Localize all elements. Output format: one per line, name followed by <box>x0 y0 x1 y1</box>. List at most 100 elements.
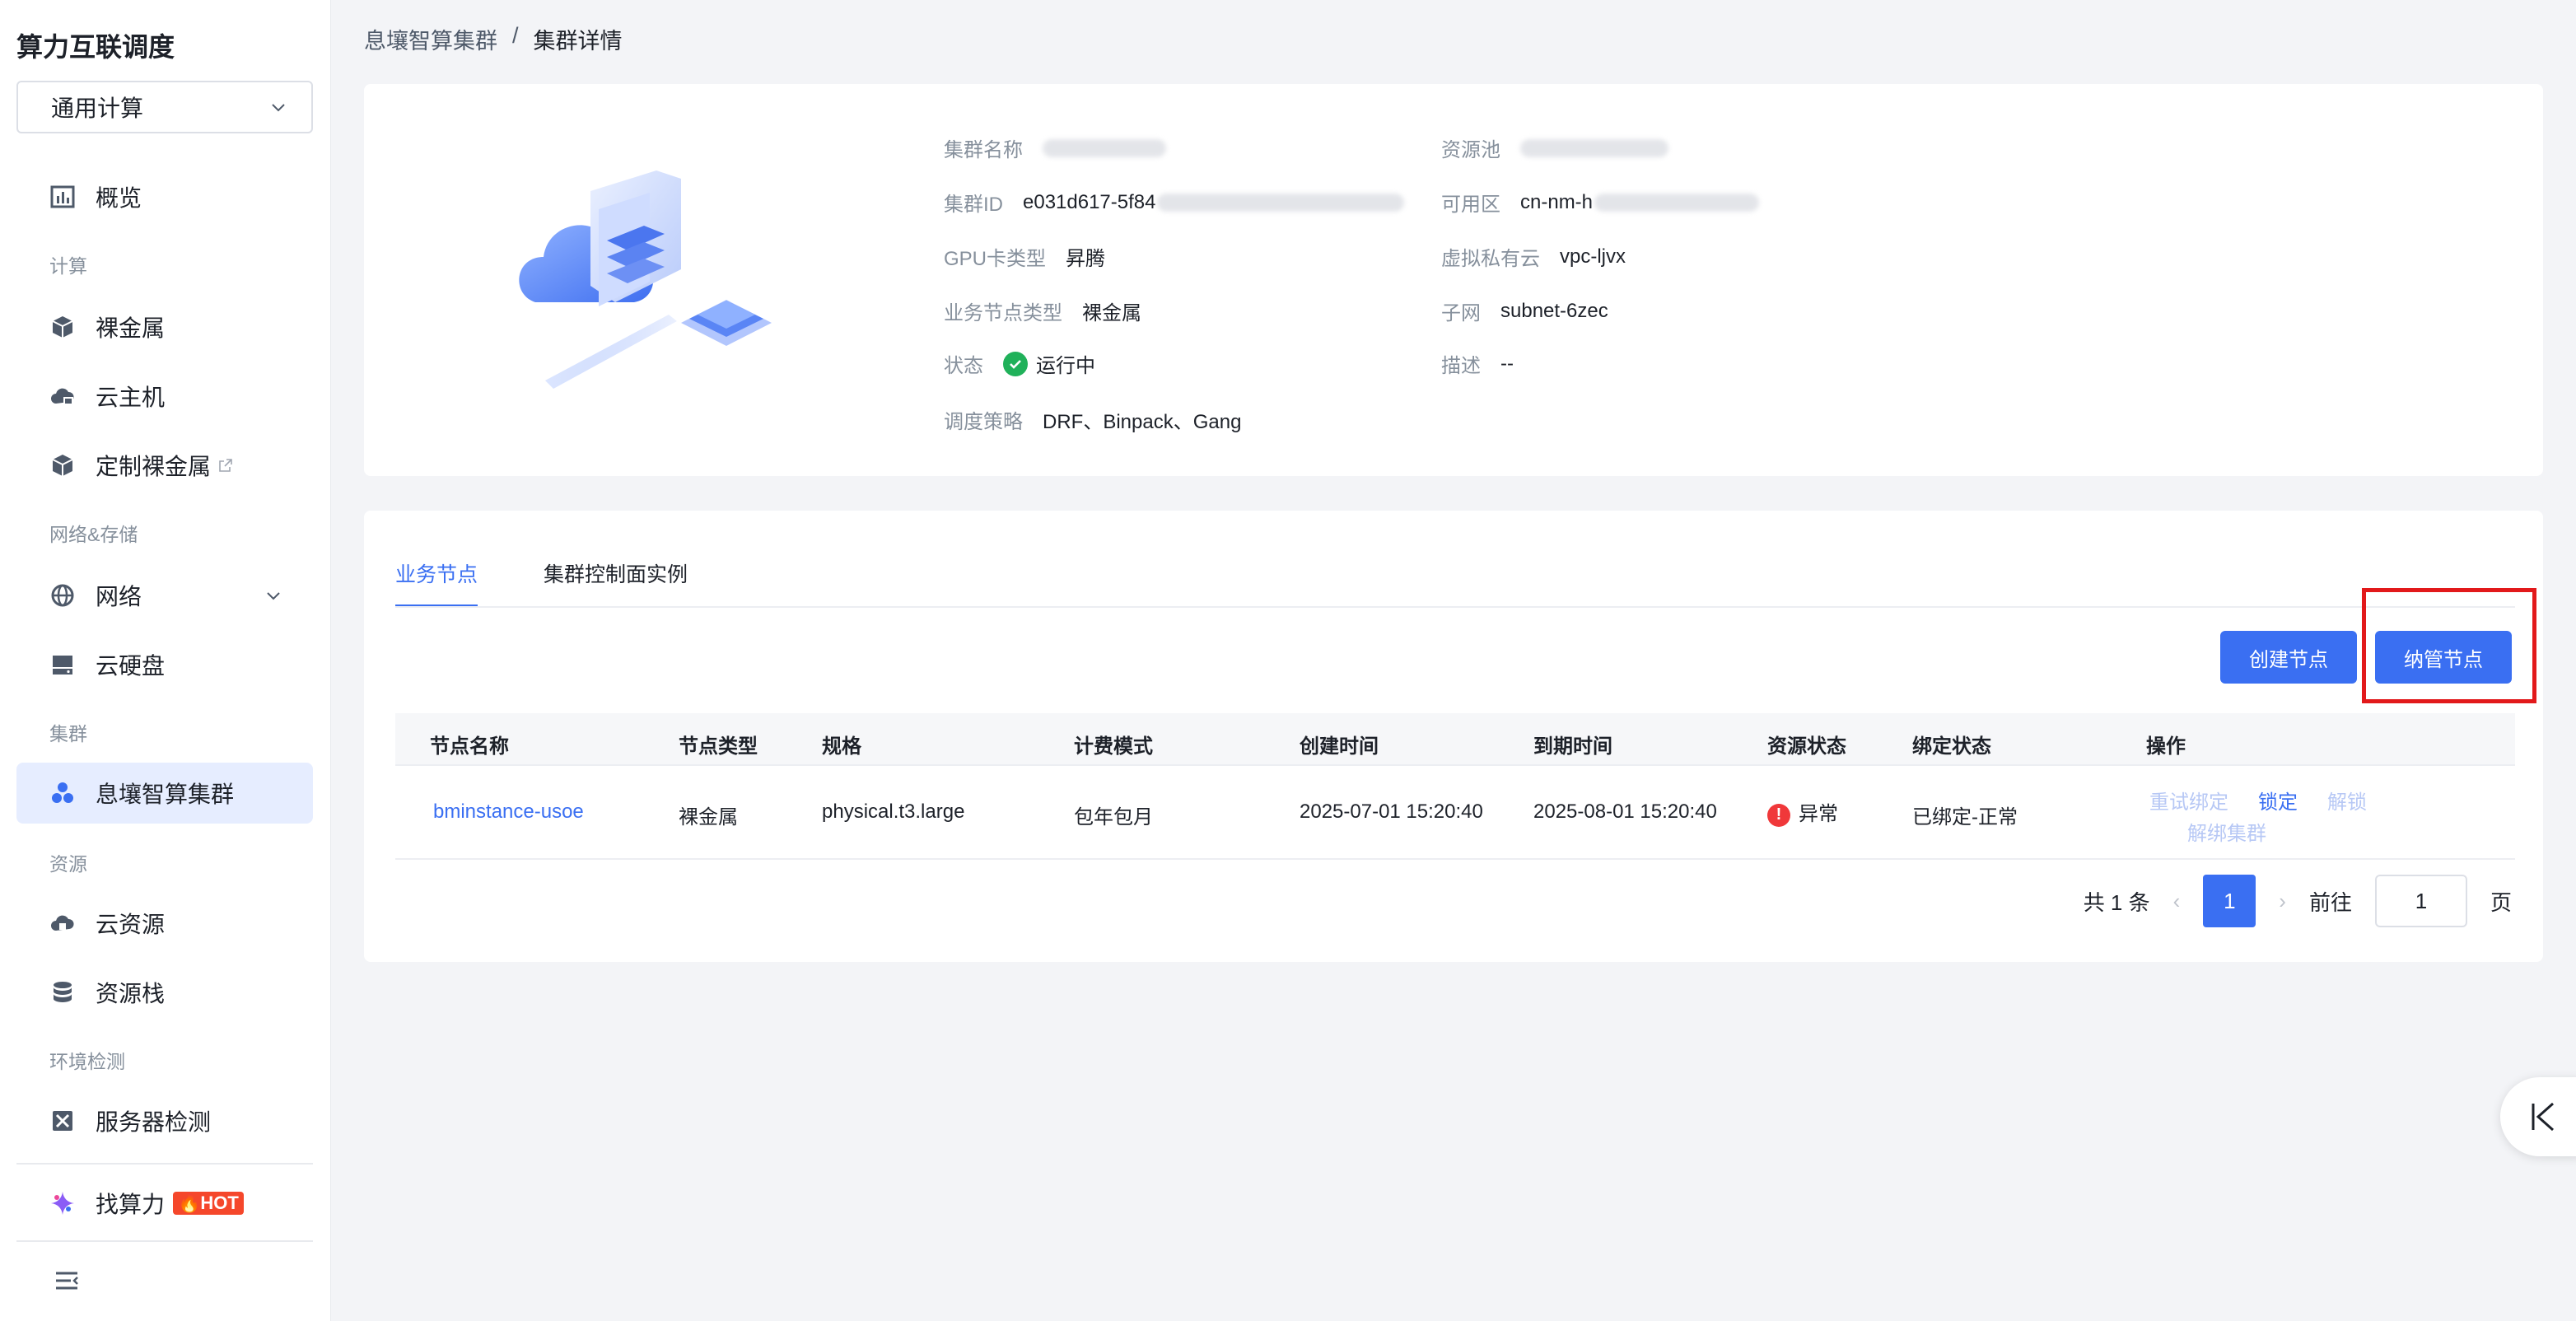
collapse-left-icon <box>2532 1102 2554 1132</box>
sidebar-item-label: 网络 <box>96 584 142 609</box>
collapse-panel-button[interactable] <box>2500 1077 2576 1156</box>
sidebar-item-find-compute[interactable]: 找算力 🔥HOT <box>16 1173 313 1234</box>
chevron-down-icon <box>267 592 280 600</box>
tab-control-plane[interactable]: 集群控制面实例 <box>544 558 688 608</box>
unlock-link[interactable]: 解锁 <box>2327 786 2367 815</box>
nav-group-compute: 计算 <box>49 255 87 277</box>
sidebar-item-resource-stack[interactable]: 资源栈 <box>16 962 313 1023</box>
cube-icon <box>52 316 73 338</box>
breadcrumb-current: 集群详情 <box>533 29 623 54</box>
sidebar-item-overview[interactable]: 概览 <box>16 166 313 227</box>
redacted-value <box>1157 194 1405 212</box>
sidebar-item-label: 服务器检测 <box>96 1109 212 1135</box>
col-name: 节点名称 <box>430 735 509 758</box>
sidebar-item-baremetal[interactable]: 裸金属 <box>16 296 313 357</box>
sidebar-item-label: 定制裸金属 <box>96 454 212 479</box>
create-node-button[interactable]: 创建节点 <box>2220 631 2357 684</box>
unbind-cluster-link[interactable]: 解绑集群 <box>2187 817 2266 846</box>
hot-badge-text: HOT <box>200 1193 239 1213</box>
field-resource-pool: 资源池 <box>1441 133 1668 162</box>
node-created: 2025-07-01 15:20:40 <box>1300 801 1483 823</box>
cluster-illustration-icon <box>519 170 772 389</box>
node-type: 裸金属 <box>679 806 738 829</box>
page-unit-label: 页 <box>2490 889 2512 915</box>
page-1-button[interactable]: 1 <box>2203 875 2256 927</box>
table-header: 节点名称 节点类型 规格 计费模式 创建时间 到期时间 资源状态 绑定状态 操作 <box>395 713 2515 766</box>
sidebar-item-cluster[interactable]: 息壤智算集群 <box>16 763 313 824</box>
field-label: 集群名称 <box>944 139 1023 161</box>
sidebar-item-server-check[interactable]: 服务器检测 <box>16 1090 313 1151</box>
field-label: 虚拟私有云 <box>1441 248 1540 270</box>
chevron-down-icon <box>272 104 285 112</box>
compute-type-value: 通用计算 <box>51 96 144 121</box>
cloud-resource-icon <box>51 915 74 931</box>
tab-business-nodes[interactable]: 业务节点 <box>395 558 478 608</box>
col-created: 创建时间 <box>1300 735 1379 758</box>
field-label: 状态 <box>944 355 983 377</box>
total-count: 共 1 条 <box>2083 889 2150 915</box>
tab-bar: 业务节点 集群控制面实例 <box>395 558 688 608</box>
node-name-link[interactable]: bminstance-usoe <box>433 801 584 824</box>
globe-icon <box>51 584 74 607</box>
field-label: GPU卡类型 <box>944 248 1047 270</box>
sidebar-divider <box>16 1163 313 1165</box>
lock-link[interactable]: 锁定 <box>2258 786 2298 815</box>
col-bind-status: 绑定状态 <box>1912 735 1991 758</box>
field-label: 调度策略 <box>944 411 1023 433</box>
sidebar-item-label: 云资源 <box>96 912 166 937</box>
sidebar: 算力互联调度 通用计算 概览 计算 裸金属 云主机 定制裸金属 网络&存储 网络… <box>0 0 331 1321</box>
retry-bind-link[interactable]: 重试绑定 <box>2149 786 2228 815</box>
field-status: 状态 运行中 <box>944 349 1095 378</box>
col-billing: 计费模式 <box>1074 735 1153 758</box>
sidebar-item-custom-baremetal[interactable]: 定制裸金属 <box>16 435 313 496</box>
next-page-icon[interactable]: › <box>2279 889 2286 914</box>
disk-icon <box>53 656 72 675</box>
goto-page-input[interactable]: 1 <box>2374 875 2467 927</box>
sidebar-item-cloud-disk[interactable]: 云硬盘 <box>16 634 313 695</box>
sidebar-item-cloud-resource[interactable]: 云资源 <box>16 893 313 954</box>
field-value: -- <box>1500 352 1514 375</box>
field-zone: 可用区 cn-nm-h <box>1441 188 1760 217</box>
field-label: 业务节点类型 <box>944 302 1062 324</box>
field-label: 可用区 <box>1441 194 1500 216</box>
table-row: bminstance-usoe 裸金属 physical.t3.large 包年… <box>395 768 2515 860</box>
highlight-box <box>2362 588 2536 703</box>
nav-group-network: 网络&存储 <box>49 524 138 545</box>
resource-status: ! 异常 <box>1767 797 1838 827</box>
tools-icon <box>53 1111 72 1131</box>
field-label: 描述 <box>1441 355 1481 377</box>
field-value: cn-nm-h <box>1520 191 1760 214</box>
menu-collapse-icon[interactable] <box>53 1267 81 1295</box>
field-value: subnet-6zec <box>1500 299 1608 322</box>
cluster-id-text: e031d617-5f84 <box>1023 190 1156 213</box>
cube-icon <box>52 455 73 476</box>
sidebar-item-label: 云硬盘 <box>96 653 166 679</box>
col-type: 节点类型 <box>679 735 758 758</box>
field-subnet: 子网 subnet-6zec <box>1441 296 1608 325</box>
compute-type-select[interactable]: 通用计算 <box>16 81 313 133</box>
nav-group-resource: 资源 <box>49 853 87 875</box>
sidebar-item-label: 云主机 <box>96 385 166 410</box>
cloud-host-icon <box>51 388 74 405</box>
nodes-card: 业务节点 集群控制面实例 创建节点 纳管节点 节点名称 节点类型 规格 计费模式… <box>364 511 2543 962</box>
nav-group-env: 环境检测 <box>49 1051 125 1072</box>
col-ops: 操作 <box>2146 735 2186 758</box>
sidebar-item-cloud-host[interactable]: 云主机 <box>16 366 313 427</box>
status-text: 运行中 <box>1036 355 1095 377</box>
prev-page-icon[interactable]: ‹ <box>2173 889 2181 914</box>
breadcrumb: 息壤智算集群 / 集群详情 <box>364 23 623 55</box>
field-label: 子网 <box>1441 302 1481 324</box>
redacted-value <box>1594 194 1760 212</box>
field-node-type: 业务节点类型 裸金属 <box>944 296 1141 325</box>
nav-group-cluster: 集群 <box>49 723 87 745</box>
col-resource-status: 资源状态 <box>1767 735 1846 758</box>
sidebar-item-network[interactable]: 网络 <box>16 565 313 626</box>
node-spec: physical.t3.large <box>822 801 965 823</box>
field-value: e031d617-5f84 <box>1023 190 1405 214</box>
sidebar-divider <box>16 1240 313 1242</box>
field-description: 描述 -- <box>1441 349 1514 378</box>
field-cluster-id: 集群ID e031d617-5f84 <box>944 188 1405 217</box>
breadcrumb-parent[interactable]: 息壤智算集群 <box>364 23 497 55</box>
external-link-icon <box>219 459 232 472</box>
bar-chart-icon <box>50 185 75 208</box>
